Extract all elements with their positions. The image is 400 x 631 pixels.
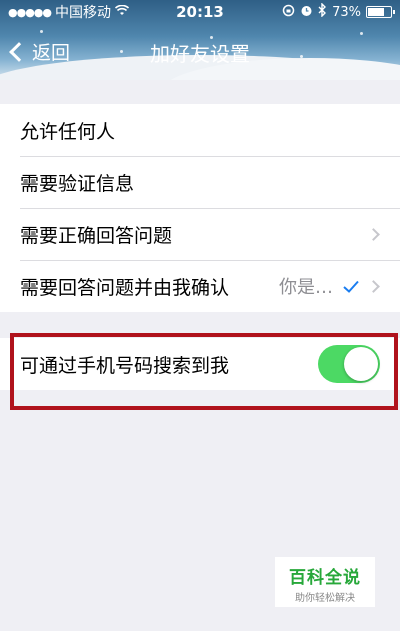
navigation-bar: 返回 加好友设置 bbox=[0, 24, 400, 80]
bluetooth-icon bbox=[318, 2, 327, 21]
page-title: 加好友设置 bbox=[150, 42, 250, 66]
battery-fill bbox=[368, 8, 385, 16]
chevron-right-icon bbox=[367, 227, 380, 241]
option-label: 需要验证信息 bbox=[20, 172, 135, 195]
chevron-right-icon bbox=[367, 279, 380, 293]
carrier-name: 中国移动 bbox=[55, 5, 111, 21]
highlight-annotation-box bbox=[10, 333, 398, 410]
header: ●●●●● 中国移动 20:13 73% 返回 加好友设置 bbox=[0, 0, 400, 80]
option-label: 需要正确回答问题 bbox=[20, 224, 173, 247]
signal-strength: ●●●●● bbox=[8, 5, 52, 19]
option-label: 允许任何人 bbox=[20, 120, 116, 143]
watermark-subtitle: 助你轻松解决 bbox=[295, 593, 355, 604]
rotation-lock-icon bbox=[282, 4, 295, 21]
battery-icon bbox=[366, 6, 395, 18]
watermark-title: 百科全说 bbox=[289, 568, 361, 588]
option-require-correct-answer[interactable]: 需要正确回答问题 bbox=[0, 208, 400, 260]
add-friend-options-group: 允许任何人 需要验证信息 需要正确回答问题 需要回答问题并由我确认 你是… bbox=[0, 104, 400, 312]
battery-percent: 73% bbox=[332, 4, 361, 20]
option-allow-anyone[interactable]: 允许任何人 bbox=[0, 104, 400, 156]
watermark: 百科全说 助你轻松解决 bbox=[275, 557, 375, 607]
status-bar: ●●●●● 中国移动 20:13 73% bbox=[0, 0, 400, 24]
wifi-icon bbox=[114, 4, 130, 20]
checkmark-icon bbox=[343, 274, 359, 298]
alarm-icon bbox=[300, 4, 313, 21]
option-answer-and-confirm[interactable]: 需要回答问题并由我确认 你是… bbox=[0, 260, 400, 312]
option-label: 需要回答问题并由我确认 bbox=[20, 276, 230, 299]
option-value: 你是… bbox=[279, 277, 333, 298]
option-require-verification[interactable]: 需要验证信息 bbox=[0, 156, 400, 208]
